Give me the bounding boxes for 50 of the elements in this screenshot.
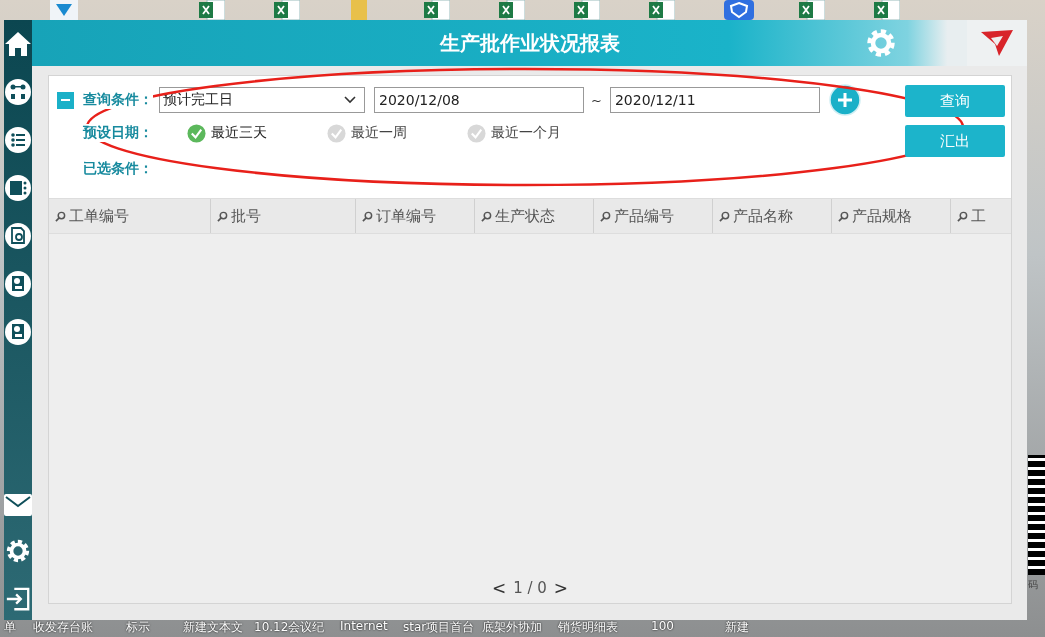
spreadsheet-file-icon[interactable] [649,0,675,20]
home-icon[interactable] [4,30,32,58]
mail-icon[interactable] [4,494,32,516]
shield-icon[interactable] [724,0,754,20]
checklist-icon[interactable] [4,126,32,154]
spreadsheet-file-icon[interactable] [199,0,225,20]
spreadsheet-file-icon[interactable] [799,0,825,20]
preset-option[interactable]: 最近一周 [327,123,467,143]
preset-option[interactable]: 最近一个月 [467,123,607,143]
column-header[interactable]: 订单编号 [356,199,475,233]
column-header[interactable]: 产品规格 [832,199,951,233]
exit-icon[interactable] [5,586,31,612]
query-label: 查询条件： [83,91,153,109]
settings-icon[interactable] [5,538,31,564]
spreadsheet-file-icon[interactable] [874,0,900,20]
search-icon [481,210,492,222]
document-list-icon[interactable] [4,174,32,202]
search-icon [362,210,373,222]
column-header[interactable]: 工 [951,199,1011,233]
spreadsheet-file-icon[interactable] [274,0,300,20]
spreadsheet-file-icon[interactable] [424,0,450,20]
search-icon [838,210,849,222]
column-header[interactable]: 工单编号 [49,199,211,233]
column-header[interactable]: 批号 [211,199,356,233]
add-icon[interactable] [828,84,861,116]
document-search-icon[interactable] [4,222,32,250]
column-header[interactable]: 产品名称 [713,199,832,233]
column-header[interactable]: 产品编号 [594,199,713,233]
range-separator: ~ [591,92,602,108]
previous-page-button[interactable]: < [488,578,510,598]
window-title: 生产批作业状况报表 [439,29,620,57]
logo-icon [979,28,1015,58]
search-icon [600,210,611,222]
app-icon[interactable] [50,0,78,20]
end-date-field[interactable]: 2020/12/11 [609,87,820,113]
search-icon [719,210,730,222]
page-indicator: 1 / 0 [513,579,547,597]
search-icon [217,210,228,222]
caret-icon [344,96,356,104]
preset-option[interactable]: 最近三天 [187,123,327,143]
collapse-toggle[interactable] [57,91,74,109]
search-icon [957,210,968,222]
desktop-icon-label: 码 [1028,578,1038,592]
next-page-button[interactable]: > [550,578,572,598]
spreadsheet-file-icon[interactable] [574,0,600,20]
column-header[interactable]: 生产状态 [475,199,594,233]
spreadsheet-file-icon[interactable] [499,0,525,20]
start-date-field[interactable]: 2020/12/08 [374,87,584,113]
flow-icon[interactable] [4,78,32,106]
search-icon [55,210,66,222]
